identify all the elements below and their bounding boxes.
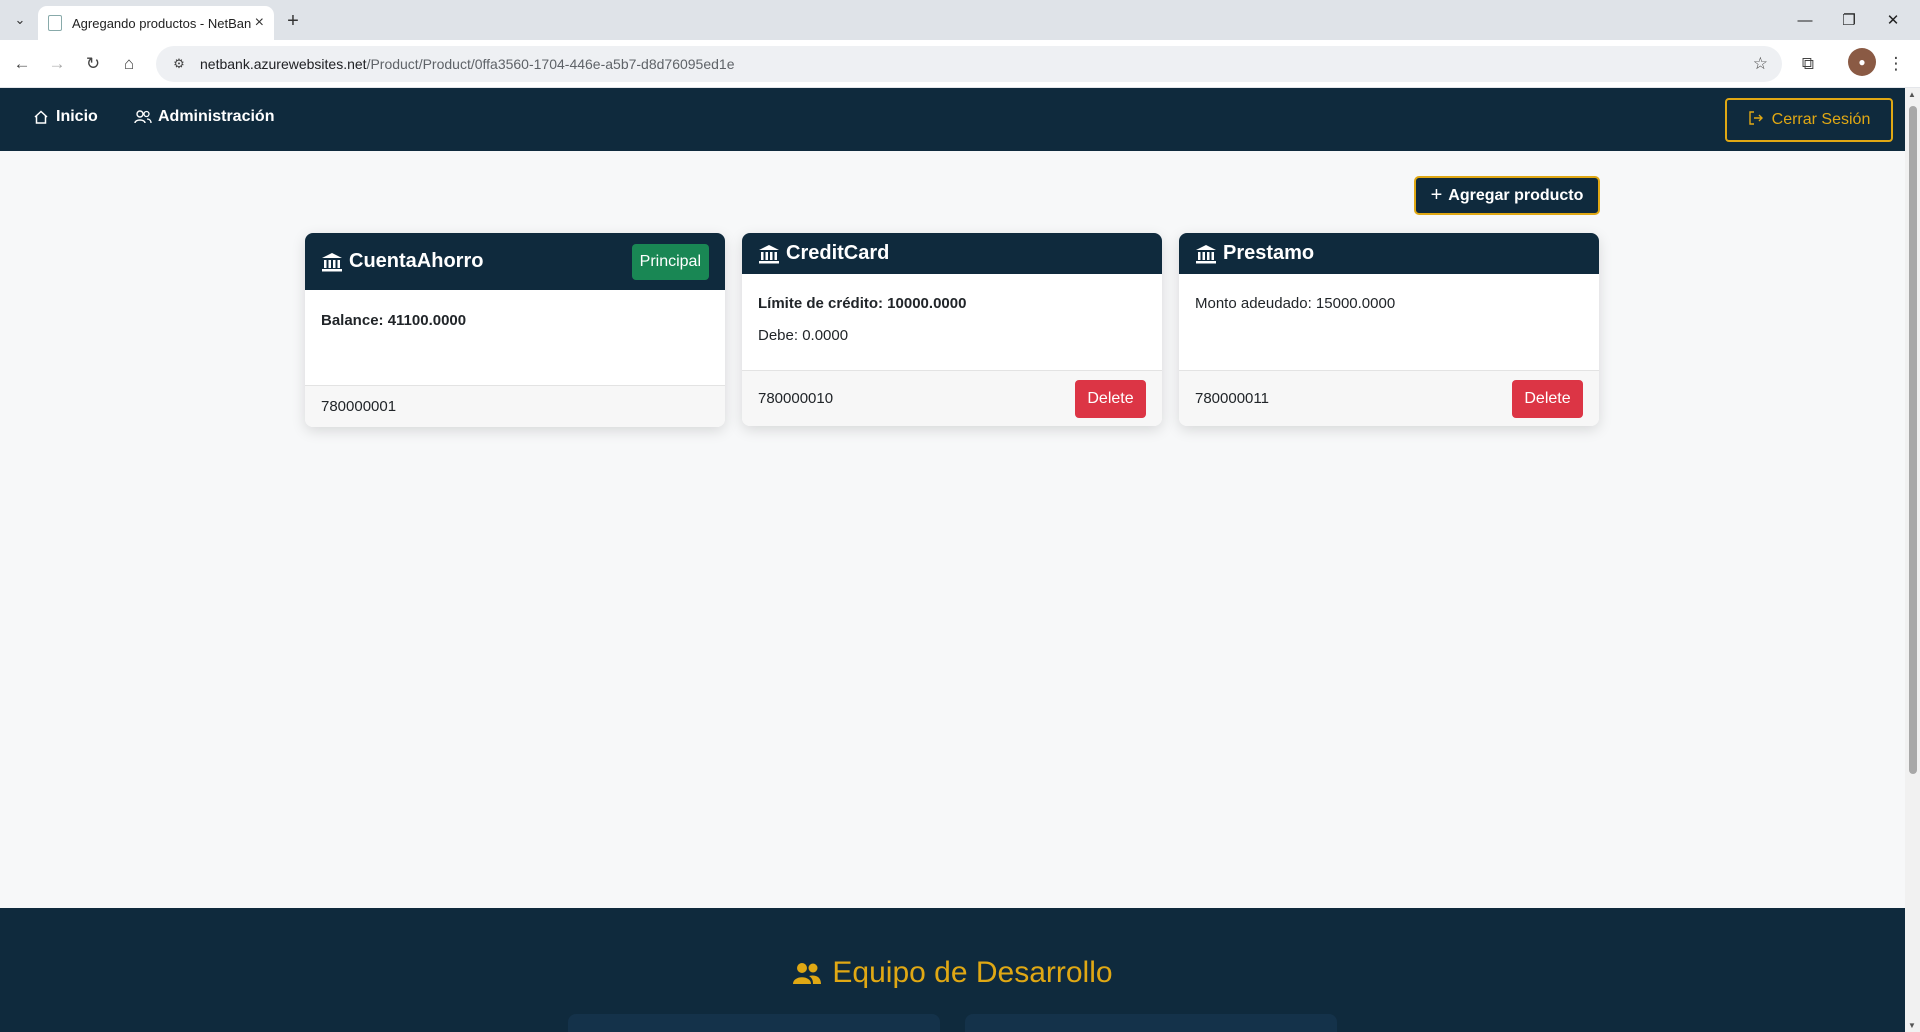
team-member-card (965, 1014, 1337, 1032)
account-number: 780000011 (1195, 390, 1269, 407)
plus-icon: + (1430, 184, 1443, 206)
nav-home-label: Inicio (56, 108, 98, 125)
bank-icon (1196, 244, 1216, 263)
card-footer: 780000010 Delete (742, 370, 1162, 426)
tab-title: Agregando productos - NetBank (72, 15, 252, 31)
users-icon (134, 108, 152, 126)
amount-owed-text: Monto adeudado: 15000.0000 (1195, 295, 1396, 312)
reload-icon[interactable]: ↻ (81, 52, 105, 76)
house-icon (32, 108, 50, 126)
account-number: 780000010 (758, 390, 834, 407)
product-card-prestamo: Prestamo Monto adeudado: 15000.0000 7800… (1179, 233, 1599, 426)
delete-button[interactable]: Delete (1075, 379, 1146, 418)
nav-home-link[interactable]: Inicio (32, 108, 98, 126)
restore-icon[interactable]: ❐ (1834, 8, 1864, 32)
address-bar[interactable]: ⚙ netbank.azurewebsites.net/Product/Prod… (156, 46, 1782, 82)
card-footer: 780000001 (305, 385, 725, 427)
logout-icon (1748, 110, 1764, 130)
card-header: CuentaAhorro Principal (305, 233, 725, 290)
card-header: Prestamo (1179, 233, 1599, 274)
card-body: Monto adeudado: 15000.0000 (1179, 274, 1599, 370)
scroll-thumb[interactable] (1909, 106, 1917, 774)
card-body: Balance: 41100.0000 (305, 290, 725, 385)
tab-close-icon[interactable]: × (255, 14, 264, 32)
team-title: Equipo de Desarrollo (832, 956, 1113, 989)
window-close-icon[interactable]: ✕ (1878, 8, 1908, 32)
page-favicon-icon (48, 15, 62, 31)
forward-arrow-icon[interactable]: → (45, 52, 69, 76)
url-text: netbank.azurewebsites.net/Product/Produc… (200, 56, 735, 72)
profile-avatar[interactable]: ● (1848, 48, 1876, 76)
card-body: Límite de crédito: 10000.0000 Debe: 0.00… (742, 274, 1162, 370)
team-member-card (568, 1014, 940, 1032)
extensions-puzzle-icon[interactable]: ⧉ (1796, 52, 1820, 76)
add-product-label: Agregar producto (1448, 186, 1584, 204)
team-heading: Equipo de Desarrollo (0, 956, 1905, 990)
browser-tab-bar: ⌄ Agregando productos - NetBank × + — ❐ … (0, 0, 1920, 40)
logout-label: Cerrar Sesión (1771, 111, 1871, 128)
principal-badge: Principal (631, 243, 709, 280)
balance-text: Balance: 41100.0000 (321, 312, 467, 329)
product-card-credit-card: CreditCard Límite de crédito: 10000.0000… (742, 233, 1162, 426)
browser-menu-icon[interactable]: ⋮ (1884, 52, 1908, 76)
browser-tab-active[interactable]: Agregando productos - NetBank × (38, 6, 274, 40)
nav-admin-link[interactable]: Administración (134, 108, 274, 126)
new-tab-plus-icon[interactable]: + (280, 8, 306, 34)
delete-button[interactable]: Delete (1512, 379, 1583, 418)
tab-list-chevron-icon[interactable]: ⌄ (10, 10, 30, 30)
bank-icon (322, 252, 342, 271)
scroll-down-icon[interactable]: ▼ (1908, 1021, 1916, 1030)
browser-toolbar: ← → ↻ ⌂ ⚙ netbank.azurewebsites.net/Prod… (0, 40, 1920, 88)
credit-limit-text: Límite de crédito: 10000.0000 (758, 295, 967, 312)
page-footer: Equipo de Desarrollo (0, 908, 1905, 1032)
card-header: CreditCard (742, 233, 1162, 274)
logout-button[interactable]: Cerrar Sesión (1725, 98, 1893, 142)
scroll-up-icon[interactable]: ▲ (1908, 90, 1916, 99)
product-name: Prestamo (1223, 242, 1315, 264)
debt-text: Debe: 0.0000 (758, 327, 849, 344)
team-users-icon (793, 963, 822, 984)
home-icon[interactable]: ⌂ (117, 52, 141, 76)
account-number: 780000001 (321, 398, 397, 415)
product-name: CuentaAhorro (349, 250, 484, 272)
product-name: CreditCard (786, 242, 890, 264)
product-card-cuenta-ahorro: CuentaAhorro Principal Balance: 41100.00… (305, 233, 725, 427)
back-arrow-icon[interactable]: ← (10, 52, 34, 76)
page-scrollbar[interactable]: ▲ ▼ (1905, 88, 1920, 1032)
nav-admin-label: Administración (158, 108, 275, 125)
add-product-button[interactable]: + Agregar producto (1414, 176, 1600, 215)
card-footer: 780000011 Delete (1179, 370, 1599, 426)
site-info-icon[interactable]: ⚙ (170, 55, 188, 73)
bank-icon (759, 244, 779, 263)
bookmark-star-icon[interactable]: ☆ (1753, 54, 1768, 74)
app-navbar: Inicio Administración Cerrar Sesión (0, 88, 1905, 151)
minimize-icon[interactable]: — (1790, 8, 1820, 32)
